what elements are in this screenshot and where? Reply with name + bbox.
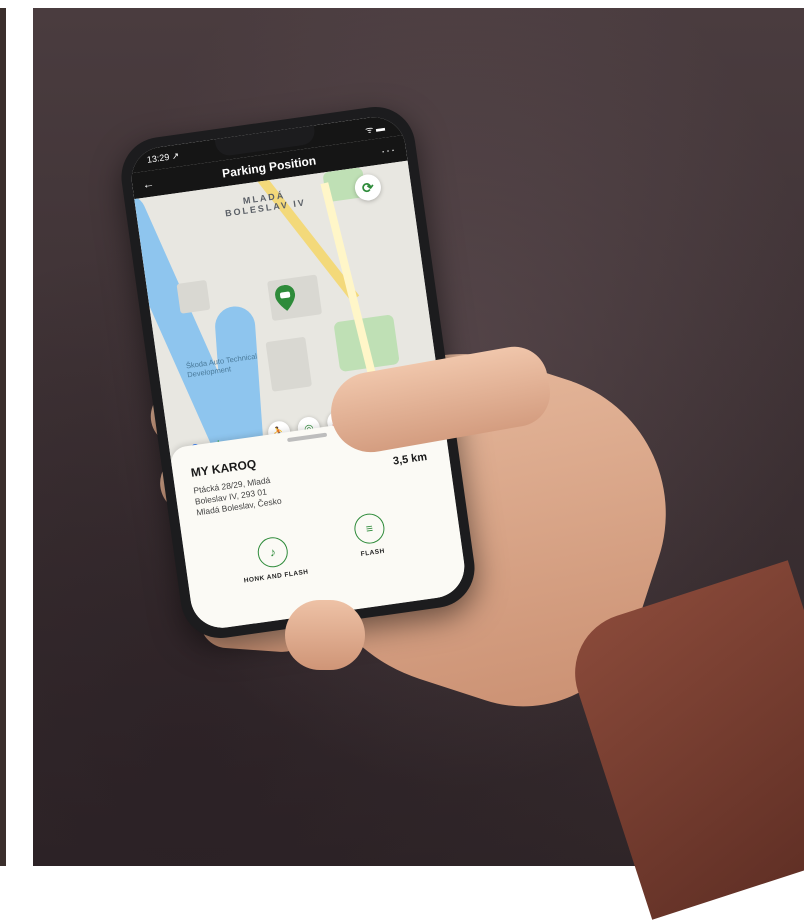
photo-edge (0, 8, 6, 866)
honk-and-flash-label: HONK AND FLASH (243, 568, 309, 585)
drag-handle[interactable] (287, 432, 328, 443)
flash-label: FLASH (360, 547, 386, 558)
vehicle-distance: 3,5 km (392, 450, 428, 468)
finger (285, 600, 365, 670)
status-time: 13:29 ↗ (146, 149, 180, 165)
honk-and-flash-button[interactable]: ♪ HONK AND FLASH (231, 532, 316, 586)
building-block (176, 279, 211, 314)
more-icon[interactable]: ··· (377, 142, 397, 158)
flash-button[interactable]: ≡ FLASH (333, 509, 408, 561)
vehicle-name: MY KAROQ (189, 456, 258, 480)
status-icons: ᯤ ▬ (364, 122, 386, 135)
horn-icon: ♪ (255, 535, 290, 570)
car-location-pin-icon[interactable] (274, 284, 297, 313)
headlight-icon: ≡ (352, 511, 387, 546)
back-arrow-icon[interactable]: ← (141, 175, 161, 192)
building-block (265, 336, 313, 392)
